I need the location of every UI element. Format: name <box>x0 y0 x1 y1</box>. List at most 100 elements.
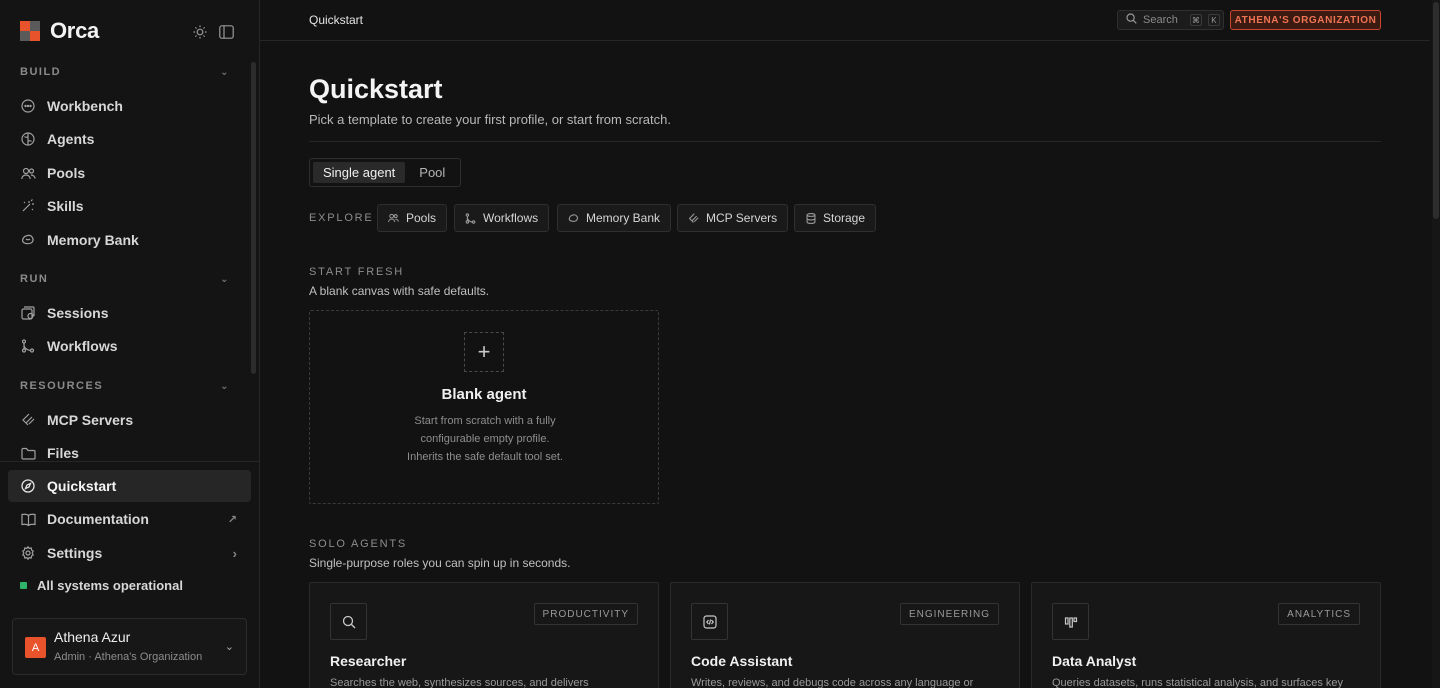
chip-label: Memory Bank <box>586 211 661 225</box>
agent-name: Researcher <box>330 653 407 669</box>
explore-chip-mcp-servers[interactable]: MCP Servers <box>677 204 789 232</box>
agent-name: Code Assistant <box>691 653 793 669</box>
agent-description: Searches the web, synthesizes sources, a… <box>330 677 589 688</box>
avatar: A <box>25 637 46 658</box>
book-icon <box>20 511 36 527</box>
mode-toggle: Single agent Pool <box>309 158 461 187</box>
user-menu[interactable]: A Athena Azur Admin · Athena's Organizat… <box>12 618 247 675</box>
external-link-icon: ↗ <box>227 513 237 526</box>
explore-label: EXPLORE <box>309 212 374 224</box>
search-icon <box>1126 13 1137 27</box>
solo-agents-subtitle: Single-purpose roles you can spin up in … <box>309 556 571 570</box>
section-resources-label: RESOURCES <box>20 380 104 392</box>
divider <box>309 141 1381 142</box>
plus-icon: + <box>464 332 504 372</box>
page-scrollbar[interactable] <box>1432 0 1440 688</box>
memory-icon <box>20 232 36 248</box>
explore-chip-memory-bank[interactable]: Memory Bank <box>557 204 672 232</box>
plug-icon <box>688 212 699 224</box>
git-branch-icon <box>20 338 36 354</box>
sidebar-item-skills[interactable]: Skills <box>8 190 251 222</box>
chip-label: Storage <box>823 211 866 225</box>
plug-icon <box>20 412 36 428</box>
brand[interactable]: Orca <box>20 18 99 44</box>
status-dot-icon <box>20 582 27 589</box>
agent-card-researcher[interactable]: PRODUCTIVITY Researcher Searches the web… <box>309 582 659 688</box>
topbar: Quickstart Search ⌘ K ATHENA'S ORGANIZAT… <box>260 0 1430 41</box>
section-run-label: RUN <box>20 273 49 285</box>
solo-agents-label: SOLO AGENTS <box>309 538 408 550</box>
users-icon <box>20 165 36 181</box>
search-button[interactable]: Search ⌘ K <box>1117 10 1224 30</box>
chip-label: Pools <box>406 211 437 225</box>
sidebar-item-workbench[interactable]: Workbench <box>8 90 251 122</box>
chevron-down-icon: ⌄ <box>220 66 230 78</box>
sidebar-item-files[interactable]: Files <box>8 437 251 469</box>
wand-icon <box>20 198 36 214</box>
section-build[interactable]: BUILD ⌄ <box>20 66 230 78</box>
blank-agent-title: Blank agent <box>441 386 527 403</box>
sidebar-item-label: MCP Servers <box>47 412 134 428</box>
explore-chip-workflows[interactable]: Workflows <box>454 204 550 232</box>
compass-icon <box>20 478 36 494</box>
tab-single-agent[interactable]: Single agent <box>313 162 406 183</box>
sidebar-item-label: Sessions <box>47 305 109 321</box>
agent-card-data-analyst[interactable]: ANALYTICS Data Analyst Queries datasets,… <box>1031 582 1381 688</box>
bar-chart-icon <box>1052 603 1089 640</box>
users-icon <box>388 213 399 224</box>
section-run[interactable]: RUN ⌄ <box>20 273 230 285</box>
search-icon <box>330 603 367 640</box>
explore-chip-storage[interactable]: Storage <box>794 204 877 232</box>
shortcut-key: ⌘ <box>1189 14 1202 26</box>
section-resources[interactable]: RESOURCES ⌄ <box>20 380 230 392</box>
category-badge: ANALYTICS <box>1278 603 1360 625</box>
agent-description: Writes, reviews, and debugs code across … <box>691 677 974 688</box>
status-label: All systems operational <box>37 578 183 593</box>
breadcrumb[interactable]: Quickstart <box>309 13 363 27</box>
tab-pool[interactable]: Pool <box>409 162 455 183</box>
sidebar-item-label: Workflows <box>47 338 118 354</box>
git-branch-icon <box>465 212 476 224</box>
memory-icon <box>568 213 579 224</box>
brain-icon <box>20 131 36 147</box>
chevron-down-icon: ⌄ <box>220 380 230 392</box>
org-switcher-button[interactable]: ATHENA'S ORGANIZATION <box>1230 10 1381 30</box>
sidebar-scrollbar[interactable] <box>251 62 256 374</box>
sidebar: Orca BUILD ⌄ Workbench Agents Pools Skil… <box>0 0 260 688</box>
blank-agent-description: Start from scratch with a fully configur… <box>407 415 563 463</box>
sidebar-item-settings[interactable]: Settings › <box>8 537 251 569</box>
start-fresh-label: START FRESH <box>309 266 404 278</box>
sidebar-item-memory-bank[interactable]: Memory Bank <box>8 224 251 256</box>
sidebar-item-workflows[interactable]: Workflows <box>8 330 251 362</box>
sidebar-item-label: Workbench <box>47 98 123 114</box>
agent-name: Data Analyst <box>1052 653 1137 669</box>
sidebar-item-documentation[interactable]: Documentation ↗ <box>8 503 251 535</box>
system-status[interactable]: All systems operational <box>20 578 183 593</box>
category-badge: PRODUCTIVITY <box>533 603 638 625</box>
agent-card-code-assistant[interactable]: ENGINEERING Code Assistant Writes, revie… <box>670 582 1020 688</box>
sidebar-item-mcp-servers[interactable]: MCP Servers <box>8 404 251 436</box>
theme-toggle-icon[interactable] <box>192 24 208 40</box>
brand-name: Orca <box>50 18 99 43</box>
sidebar-divider <box>0 461 259 462</box>
sidebar-item-label: Quickstart <box>47 478 117 494</box>
category-badge: ENGINEERING <box>899 603 999 625</box>
sidebar-toggle-icon[interactable] <box>218 24 234 40</box>
sidebar-item-sessions[interactable]: Sessions <box>8 297 251 329</box>
chip-label: Workflows <box>483 211 539 225</box>
chip-label: MCP Servers <box>706 211 778 225</box>
chevron-down-icon: ⌄ <box>224 641 234 653</box>
sidebar-item-label: Documentation <box>47 511 149 527</box>
explore-chip-pools[interactable]: Pools <box>377 204 448 232</box>
sidebar-item-quickstart[interactable]: Quickstart <box>8 470 251 502</box>
chat-bubble-icon <box>20 98 36 114</box>
chevron-down-icon: ⌄ <box>220 273 230 285</box>
sidebar-item-pools[interactable]: Pools <box>8 157 251 189</box>
sidebar-item-label: Pools <box>47 165 86 181</box>
sidebar-item-agents[interactable]: Agents <box>8 123 251 155</box>
sidebar-item-label: Agents <box>47 131 95 147</box>
blank-agent-card[interactable]: + Blank agent Start from scratch with a … <box>309 310 659 504</box>
sidebar-item-label: Settings <box>47 545 103 561</box>
user-subtitle: Admin · Athena's Organization <box>54 651 203 663</box>
code-icon <box>691 603 728 640</box>
